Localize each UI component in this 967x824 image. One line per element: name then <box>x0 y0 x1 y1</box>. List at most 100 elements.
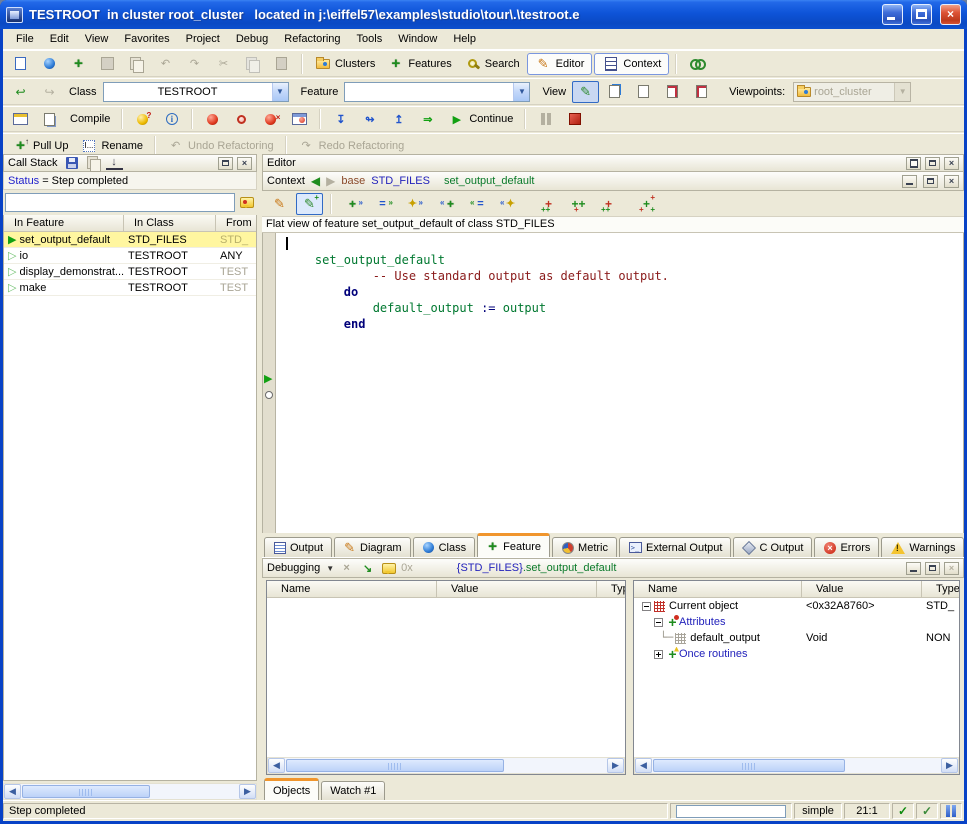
view-contract-button[interactable] <box>688 81 715 103</box>
tab-warnings[interactable]: Warnings <box>881 537 964 557</box>
editor-maximize-icon[interactable] <box>925 157 940 170</box>
save-all-button[interactable] <box>123 53 150 75</box>
features-button[interactable]: +Features <box>382 53 456 75</box>
stack-row[interactable]: ▷ display_demonstrat... TESTROOT TEST <box>4 264 256 280</box>
scroll-thumb[interactable] <box>22 785 150 798</box>
collapse-icon[interactable] <box>654 618 663 627</box>
title-bar[interactable]: TESTROOT in cluster root_cluster located… <box>0 0 967 29</box>
save-button[interactable] <box>94 53 121 75</box>
menu-view[interactable]: View <box>77 30 117 48</box>
col-from[interactable]: From <box>216 215 256 231</box>
search-button[interactable]: Search <box>459 53 525 75</box>
tab-output[interactable]: Output <box>264 537 332 557</box>
scroll-left-icon[interactable]: ◀ <box>268 758 285 773</box>
editor-gutter[interactable]: ▶ <box>263 233 276 533</box>
stack-row-current[interactable]: ▶ set_output_default STD_FILES STD_ <box>4 232 256 248</box>
debug-close-tool-icon[interactable]: × <box>338 560 355 577</box>
object-row-attributes[interactable]: +Attributes <box>634 614 959 630</box>
project-settings-button[interactable] <box>7 108 34 130</box>
continue-button[interactable]: ▶Continue <box>443 108 518 130</box>
view-text-button[interactable] <box>630 81 657 103</box>
locals-hscrollbar[interactable]: ◀ ▶ <box>267 757 625 774</box>
context-forward-icon[interactable]: ▶ <box>326 174 335 188</box>
step-over-button[interactable]: ↬ <box>356 108 383 130</box>
scroll-right-icon[interactable]: ▶ <box>239 784 256 799</box>
debugging-header[interactable]: Debugging ▼ × ↘ 0x {STD_FILES}.set_outpu… <box>262 558 964 578</box>
editor-close-icon[interactable]: × <box>944 157 959 170</box>
stack-row[interactable]: ▷ io TESTROOT ANY <box>4 248 256 264</box>
context-tool-button[interactable]: Context <box>594 53 669 75</box>
view-editor-button[interactable]: ✎ <box>572 81 599 103</box>
copy-stack-icon[interactable] <box>85 155 102 172</box>
stop-button[interactable] <box>561 108 588 130</box>
import-stack-icon[interactable]: ↓ <box>106 157 123 170</box>
assignees-button[interactable]: =« <box>467 193 494 215</box>
debugging-dropdown-icon[interactable]: ▼ <box>326 564 334 573</box>
ancestors-button[interactable]: +++ <box>595 193 622 215</box>
menu-edit[interactable]: Edit <box>42 30 77 48</box>
menu-project[interactable]: Project <box>178 30 228 48</box>
menu-help[interactable]: Help <box>445 30 484 48</box>
locals-empty-area[interactable] <box>267 598 625 757</box>
info-button[interactable]: i <box>158 108 185 130</box>
history-forward-button[interactable]: ↪ <box>36 81 63 103</box>
debugging-maximize-icon[interactable] <box>925 562 940 575</box>
object-tool-icon[interactable]: ↘ <box>359 560 376 577</box>
undo-button[interactable]: ↶ <box>152 53 179 75</box>
class-combo[interactable]: TESTROOT ▼ <box>103 82 289 102</box>
homonyms-button[interactable]: ++++ <box>633 193 660 215</box>
crumb-feature[interactable]: set_output_default <box>444 175 535 187</box>
class-combo-arrow-icon[interactable]: ▼ <box>272 83 288 101</box>
objects-hscrollbar[interactable]: ◀ ▶ <box>634 757 959 774</box>
clusters-button[interactable]: Clusters <box>309 53 380 75</box>
save-stack-icon[interactable] <box>64 155 81 172</box>
context-minimize-icon[interactable] <box>902 175 917 188</box>
tab-watch-1[interactable]: Watch #1 <box>321 781 385 800</box>
menu-debug[interactable]: Debug <box>228 30 276 48</box>
col-type[interactable]: Type <box>597 581 625 597</box>
editor-tool-button[interactable]: ✎Editor <box>527 53 593 75</box>
call-stack-maximize-icon[interactable] <box>218 157 233 170</box>
step-out-button[interactable]: ↥ <box>385 108 412 130</box>
col-in-feature[interactable]: In Feature <box>4 215 124 231</box>
debugging-close-icon[interactable]: × <box>944 562 959 575</box>
pause-button[interactable] <box>532 108 559 130</box>
menu-tools[interactable]: Tools <box>349 30 391 48</box>
stack-row[interactable]: ▷ make TESTROOT TEST <box>4 280 256 296</box>
col-name[interactable]: Name <box>267 581 437 597</box>
descendant-versions-button[interactable]: +++ <box>565 193 592 215</box>
close-button[interactable]: × <box>940 4 961 25</box>
scroll-left-icon[interactable]: ◀ <box>635 758 652 773</box>
stack-filter-input[interactable] <box>5 193 235 212</box>
col-value[interactable]: Value <box>802 581 922 597</box>
feature-combo-arrow-icon[interactable]: ▼ <box>513 83 529 101</box>
code-area[interactable]: ▶ set_output_default -- Use standard out… <box>262 233 964 533</box>
scroll-left-icon[interactable]: ◀ <box>4 784 21 799</box>
edit-feature-button[interactable]: ✎ <box>266 193 293 215</box>
creators-button[interactable]: ✦» <box>399 193 426 215</box>
tab-diagram[interactable]: ✎Diagram <box>334 537 411 557</box>
new-feature-view-button[interactable]: ✎+ <box>296 193 323 215</box>
menu-file[interactable]: File <box>8 30 42 48</box>
scroll-thumb[interactable] <box>286 759 504 772</box>
tab-objects[interactable]: Objects <box>264 778 319 800</box>
maximize-button[interactable] <box>911 4 932 25</box>
object-row-once-routines[interactable]: +Once routines <box>634 646 959 662</box>
callees-button[interactable]: +« <box>437 193 464 215</box>
code-text[interactable]: set_output_default -- Use standard outpu… <box>276 233 963 533</box>
editor-restore-icon[interactable] <box>906 157 921 170</box>
call-stack-header[interactable]: Call Stack ↓ × <box>3 154 257 172</box>
col-type[interactable]: Type <box>922 581 959 597</box>
freeze-button[interactable] <box>36 108 63 130</box>
expand-icon[interactable] <box>654 650 663 659</box>
object-row-attribute-value[interactable]: └─default_output Void NON <box>634 630 959 646</box>
tab-c-output[interactable]: C Output <box>733 537 812 557</box>
tab-class[interactable]: Class <box>413 537 476 557</box>
scroll-right-icon[interactable]: ▶ <box>941 758 958 773</box>
open-button[interactable] <box>36 53 63 75</box>
viewpoints-combo[interactable]: root_cluster ▼ <box>793 82 911 102</box>
crumb-class[interactable]: STD_FILES <box>371 175 430 187</box>
collapse-icon[interactable] <box>642 602 651 611</box>
disable-breakpoints-button[interactable] <box>228 108 255 130</box>
tab-errors[interactable]: ×Errors <box>814 537 879 557</box>
